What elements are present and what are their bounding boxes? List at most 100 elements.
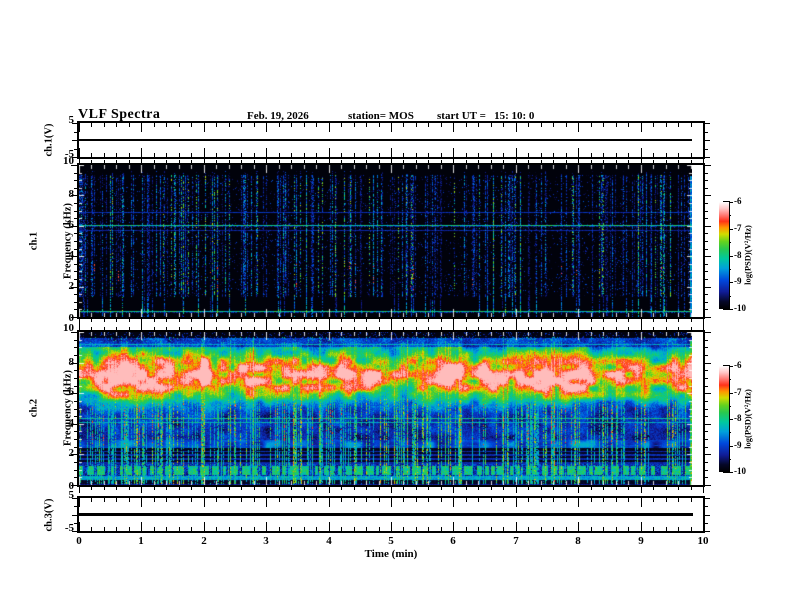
axis-tick — [241, 160, 242, 163]
x-tick-label: 10 — [697, 535, 709, 547]
axis-tick — [705, 203, 708, 204]
axis-tick — [666, 123, 667, 127]
axis-tick — [453, 123, 454, 132]
axis-tick — [491, 498, 492, 502]
axis-tick — [241, 327, 242, 330]
axis-tick — [341, 123, 342, 127]
axis-tick — [304, 319, 305, 322]
axis-tick — [204, 123, 205, 132]
axis-tick — [304, 327, 305, 330]
axis-tick — [104, 527, 105, 531]
axis-tick — [74, 370, 77, 371]
axis-tick — [653, 319, 654, 322]
axis-tick — [478, 319, 479, 322]
axis-tick — [229, 153, 230, 157]
axis-tick — [74, 218, 77, 219]
axis-tick — [403, 327, 404, 330]
axis-tick — [453, 148, 454, 157]
axis-tick — [341, 498, 342, 502]
axis-tick — [354, 527, 355, 531]
axis-tick — [628, 123, 629, 127]
axis-tick — [441, 319, 442, 322]
axis-tick — [628, 319, 629, 322]
axis-tick — [603, 527, 604, 531]
axis-tick — [74, 447, 77, 448]
axis-tick — [541, 153, 542, 157]
axis-tick — [503, 327, 504, 330]
axis-tick — [466, 123, 467, 127]
axis-tick — [541, 319, 542, 322]
axis-tick — [191, 153, 192, 157]
axis-tick — [266, 498, 267, 507]
axis-tick — [491, 487, 492, 490]
axis-tick — [354, 498, 355, 502]
axis-tick — [416, 527, 417, 531]
axis-tick — [641, 522, 642, 531]
axis-tick — [304, 153, 305, 157]
axis-tick — [628, 327, 629, 330]
axis-tick — [266, 522, 267, 531]
axis-tick — [428, 487, 429, 490]
axis-tick — [91, 319, 92, 322]
axis-tick — [705, 287, 711, 288]
axis-tick — [391, 157, 392, 163]
axis-tick — [254, 123, 255, 127]
axis-tick — [705, 506, 708, 507]
axis-tick — [703, 522, 704, 531]
axis-tick — [291, 498, 292, 502]
axis-tick — [154, 487, 155, 490]
axis-tick — [329, 522, 330, 531]
axis-tick — [603, 123, 604, 127]
axis-tick — [578, 148, 579, 157]
axis-tick — [229, 327, 230, 330]
frequency-tick-label: 4 — [68, 417, 75, 429]
ch2-spectrogram-image — [79, 332, 692, 485]
axis-tick — [553, 327, 554, 330]
axis-tick — [416, 319, 417, 322]
axis-tick — [291, 153, 292, 157]
axis-tick — [566, 319, 567, 322]
axis-tick — [79, 498, 80, 507]
axis-tick — [316, 160, 317, 163]
axis-tick — [641, 157, 642, 163]
axis-tick — [241, 498, 242, 502]
axis-tick — [91, 527, 92, 531]
axis-tick — [729, 215, 731, 216]
axis-tick — [179, 487, 180, 490]
axis-tick — [705, 401, 708, 402]
axis-tick — [141, 487, 142, 493]
axis-tick — [74, 211, 77, 212]
axis-tick — [691, 527, 692, 531]
axis-tick — [141, 324, 142, 330]
axis-tick — [705, 188, 708, 189]
axis-tick — [179, 498, 180, 502]
axis-tick — [666, 160, 667, 163]
axis-tick — [466, 498, 467, 502]
axis-tick — [116, 123, 117, 127]
axis-tick — [74, 378, 77, 379]
axis-tick — [478, 487, 479, 490]
frequency-tick-label: 8 — [68, 356, 75, 368]
axis-tick — [441, 498, 442, 502]
axis-tick — [304, 160, 305, 163]
axis-tick — [191, 487, 192, 490]
axis-tick — [678, 327, 679, 330]
axis-tick — [566, 153, 567, 157]
axis-tick — [628, 527, 629, 531]
axis-tick — [279, 160, 280, 163]
x-tick-label: 8 — [575, 535, 581, 547]
axis-tick — [729, 472, 733, 473]
axis-tick — [74, 431, 77, 432]
axis-tick — [166, 319, 167, 322]
axis-tick — [453, 324, 454, 330]
axis-tick — [616, 123, 617, 127]
axis-tick — [705, 378, 708, 379]
axis-tick — [316, 487, 317, 490]
axis-tick — [578, 123, 579, 132]
axis-tick — [116, 327, 117, 330]
axis-tick — [72, 515, 77, 516]
axis-tick — [703, 324, 704, 330]
axis-tick — [291, 123, 292, 127]
axis-tick — [705, 370, 708, 371]
axis-tick — [104, 319, 105, 322]
